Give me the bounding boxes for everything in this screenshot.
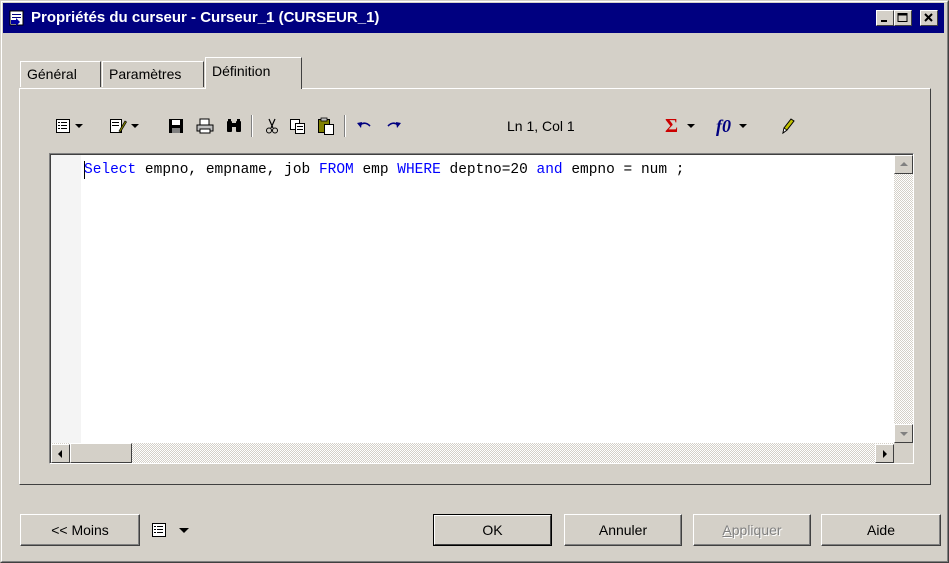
sql-code-line[interactable]: Select empno, empname, job FROM emp WHER… bbox=[84, 162, 684, 178]
cut-icon bbox=[266, 118, 278, 134]
arrow-left-icon bbox=[58, 450, 62, 458]
apply-button-mnemonic: A bbox=[722, 522, 732, 538]
chevron-down-icon bbox=[131, 124, 139, 128]
edit-button[interactable] bbox=[109, 113, 139, 139]
minimize-icon bbox=[881, 20, 887, 22]
toolbar-separator bbox=[251, 115, 253, 137]
pencil-icon bbox=[782, 118, 795, 135]
undo-button[interactable] bbox=[356, 113, 374, 139]
chevron-down-icon bbox=[687, 124, 696, 128]
help-button-label: Aide bbox=[866, 522, 896, 538]
horizontal-scrollbar[interactable] bbox=[51, 443, 894, 463]
scroll-down-button[interactable] bbox=[894, 424, 913, 443]
chevron-down-icon bbox=[179, 527, 189, 533]
maximize-icon bbox=[897, 13, 908, 22]
code-token: empno, empname, job bbox=[136, 162, 319, 178]
bottom-properties-list-button[interactable] bbox=[151, 517, 189, 543]
close-button[interactable] bbox=[920, 10, 938, 26]
properties-list-icon bbox=[152, 523, 166, 537]
scroll-right-button[interactable] bbox=[875, 444, 894, 463]
cursor-position-label: Ln 1, Col 1 bbox=[507, 118, 575, 134]
cancel-button-label: Annuler bbox=[598, 522, 648, 538]
apply-button-label: Appliquer bbox=[722, 522, 781, 538]
tab-parametres[interactable]: Paramètres bbox=[102, 61, 204, 87]
print-icon bbox=[196, 118, 214, 134]
tab-definition-label: Définition bbox=[212, 63, 271, 79]
ok-button[interactable]: OK bbox=[433, 514, 552, 546]
arrow-right-icon bbox=[883, 450, 887, 458]
paste-icon bbox=[318, 117, 334, 135]
keyword-token: WHERE bbox=[397, 162, 441, 178]
chevron-down-icon bbox=[75, 124, 83, 128]
redo-button[interactable] bbox=[384, 113, 402, 139]
paste-button[interactable] bbox=[317, 113, 335, 139]
ok-button-label: OK bbox=[482, 522, 503, 538]
cancel-button[interactable]: Annuler bbox=[564, 514, 682, 546]
vertical-scrollbar[interactable] bbox=[894, 155, 913, 443]
edit-icon bbox=[110, 119, 127, 133]
code-token: deptno=20 bbox=[440, 162, 537, 178]
apply-button-label-rest: ppliquer bbox=[731, 522, 782, 538]
find-button[interactable] bbox=[225, 113, 243, 139]
sum-button[interactable]: Σ bbox=[665, 113, 696, 139]
arrow-up-icon bbox=[900, 162, 908, 166]
sum-icon: Σ bbox=[665, 114, 679, 137]
keyword-token: and bbox=[536, 162, 563, 178]
scroll-left-button[interactable] bbox=[51, 444, 70, 463]
minimize-button[interactable] bbox=[876, 10, 894, 26]
editor-gutter bbox=[51, 155, 81, 463]
properties-dialog: Propriétés du curseur - Curseur_1 (CURSE… bbox=[0, 0, 949, 563]
tab-general-label: Général bbox=[27, 66, 77, 82]
redo-icon bbox=[387, 122, 401, 128]
editor-toolbar: Ln 1, Col 1 Σ f0 bbox=[51, 113, 811, 141]
properties-list-button[interactable] bbox=[55, 113, 83, 139]
code-token: empno = num ; bbox=[562, 162, 685, 178]
cut-button[interactable] bbox=[264, 113, 280, 139]
apply-button[interactable]: Appliquer bbox=[693, 514, 811, 546]
function-button[interactable]: f0 bbox=[716, 113, 747, 139]
keyword-token: Select bbox=[84, 162, 137, 178]
keyword-token: FROM bbox=[318, 162, 354, 178]
arrow-down-icon bbox=[900, 432, 908, 436]
scrollbar-corner bbox=[894, 443, 913, 463]
close-icon bbox=[924, 13, 933, 22]
binoculars-icon bbox=[227, 119, 241, 132]
tab-parametres-label: Paramètres bbox=[109, 66, 182, 82]
title-bar[interactable]: Propriétés du curseur - Curseur_1 (CURSE… bbox=[3, 3, 944, 33]
undo-icon bbox=[357, 122, 371, 128]
toolbar-separator bbox=[344, 115, 346, 137]
properties-list-icon bbox=[56, 119, 70, 133]
save-button[interactable] bbox=[168, 113, 184, 139]
chevron-down-icon bbox=[739, 124, 747, 128]
function-icon: f0 bbox=[716, 115, 731, 136]
editor-frame: Select empno, empname, job FROM emp WHER… bbox=[50, 154, 913, 463]
sql-editor[interactable]: Select empno, empname, job FROM emp WHER… bbox=[49, 153, 914, 464]
copy-button[interactable] bbox=[289, 113, 307, 139]
horizontal-scroll-thumb[interactable] bbox=[70, 443, 132, 463]
less-button[interactable]: << Moins bbox=[20, 514, 140, 546]
less-button-label: << Moins bbox=[51, 522, 109, 538]
scroll-up-button[interactable] bbox=[894, 155, 913, 174]
save-icon bbox=[169, 119, 183, 133]
print-button[interactable] bbox=[196, 113, 214, 139]
copy-icon bbox=[290, 119, 305, 134]
help-button[interactable]: Aide bbox=[821, 514, 941, 546]
window-app-icon bbox=[9, 10, 25, 26]
window-title: Propriétés du curseur - Curseur_1 (CURSE… bbox=[31, 9, 380, 26]
maximize-button[interactable] bbox=[894, 10, 912, 26]
code-token: emp bbox=[353, 162, 398, 178]
tab-definition[interactable]: Définition bbox=[205, 57, 302, 89]
pencil-button[interactable] bbox=[780, 113, 796, 139]
tab-general[interactable]: Général bbox=[20, 61, 101, 87]
